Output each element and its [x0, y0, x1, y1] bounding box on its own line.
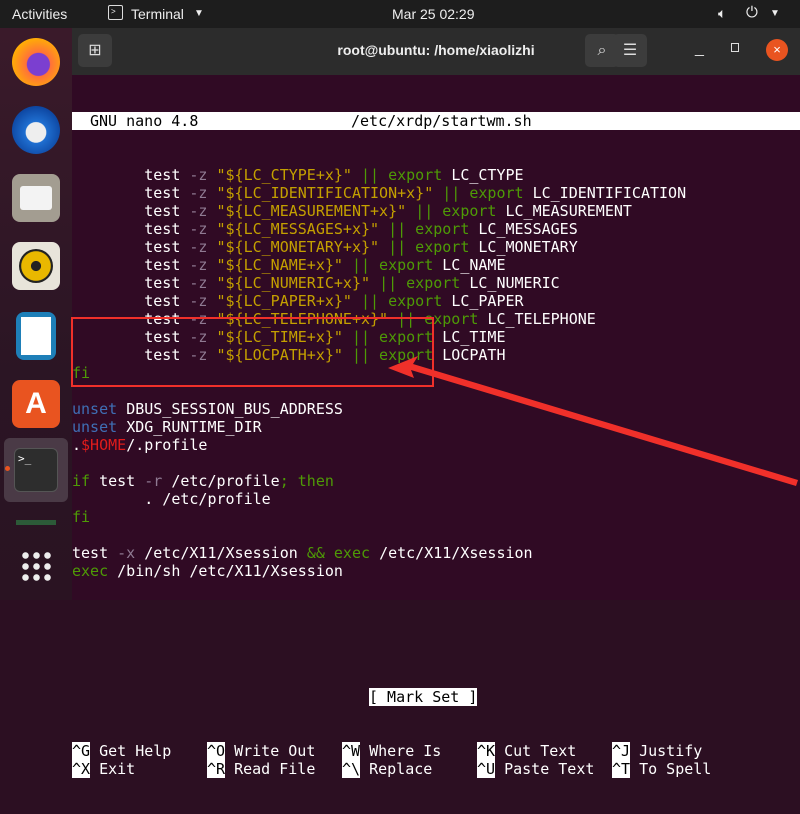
shortcut-label: Justify: [639, 742, 703, 760]
shortcut-item[interactable]: ^R Read File: [207, 760, 342, 778]
shortcut-label: Get Help: [99, 742, 172, 760]
shortcut-item[interactable]: ^O Write Out: [207, 742, 342, 760]
shortcut-label: Write Out: [234, 742, 316, 760]
shortcut-item[interactable]: ^J Justify: [612, 742, 747, 760]
shortcut-item[interactable]: ^U Paste Text: [477, 760, 612, 778]
shortcut-item[interactable]: ^\ Replace: [342, 760, 477, 778]
shortcut-label: Where Is: [369, 742, 442, 760]
shortcut-key: ^G: [72, 742, 91, 760]
shortcut-key: ^O: [207, 742, 226, 760]
shortcut-item[interactable]: ^W Where Is: [342, 742, 477, 760]
annotation-arrow: [388, 356, 798, 486]
shortcut-key: ^\: [342, 760, 361, 778]
shortcut-bar: ^G Get Help ^O Write Out ^W Where Is ^K Cut…: [72, 742, 800, 778]
shortcut-item[interactable]: ^G Get Help: [72, 742, 207, 760]
shortcut-key: ^K: [477, 742, 496, 760]
shortcut-label: Cut Text: [504, 742, 577, 760]
shortcut-key: ^T: [612, 760, 631, 778]
shortcut-label: Replace: [369, 760, 433, 778]
shortcut-key: ^J: [612, 742, 631, 760]
shortcut-label: Read File: [234, 760, 316, 778]
shortcut-item[interactable]: ^K Cut Text: [477, 742, 612, 760]
shortcut-key: ^W: [342, 742, 361, 760]
shortcut-label: To Spell: [639, 760, 712, 778]
status-message: [ Mark Set ]: [369, 688, 478, 706]
shortcut-key: ^U: [477, 760, 496, 778]
shortcut-key: ^R: [207, 760, 226, 778]
shortcut-label: Paste Text: [504, 760, 595, 778]
shortcut-item[interactable]: ^T To Spell: [612, 760, 747, 778]
shortcut-label: Exit: [99, 760, 136, 778]
shortcut-item[interactable]: ^X Exit: [72, 760, 207, 778]
shortcut-key: ^X: [72, 760, 91, 778]
